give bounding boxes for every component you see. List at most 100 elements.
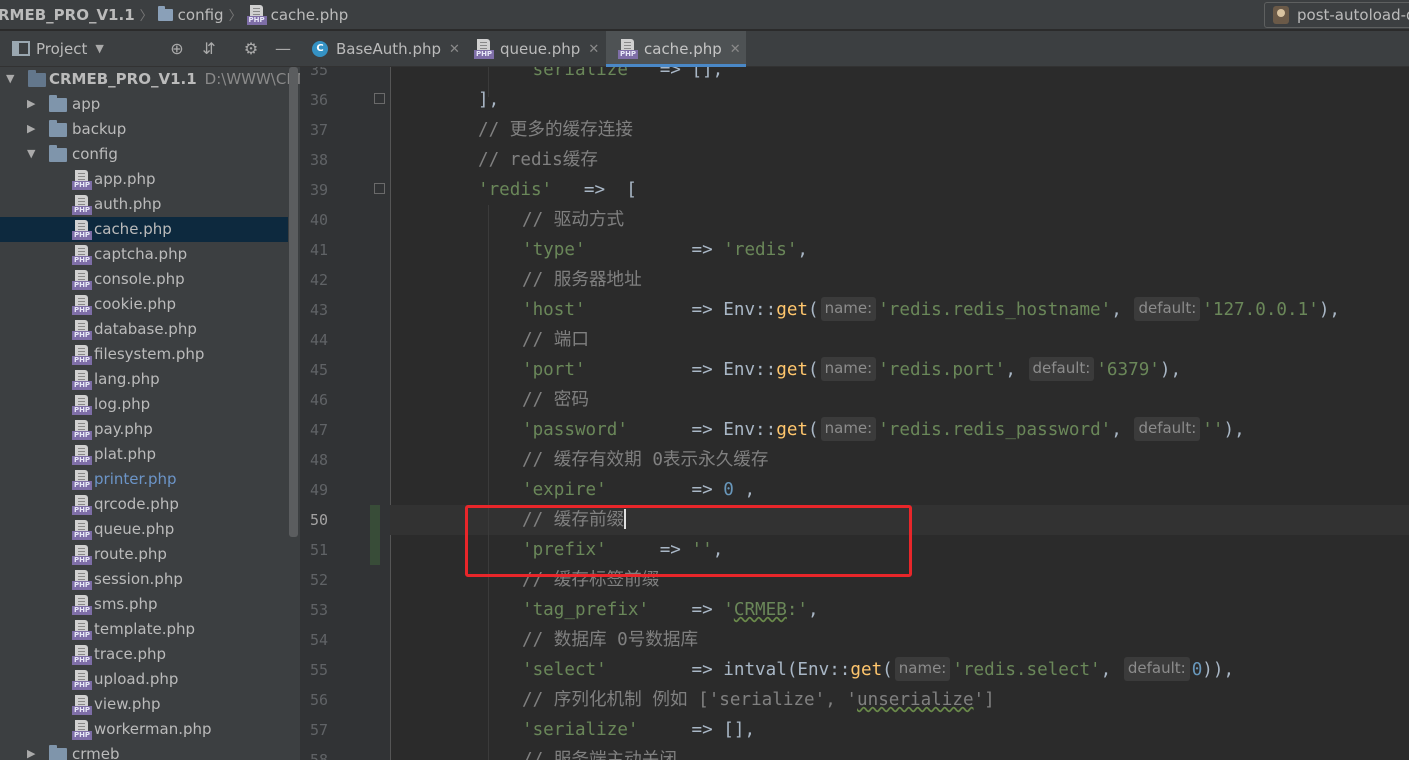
tree-file[interactable]: PHP upload.php — [0, 667, 288, 692]
breadcrumb-file[interactable]: PHP cache.php — [246, 4, 348, 25]
tree-root[interactable]: ▼ CRMEB_PRO_V1.1D:\WWW\CRMI — [0, 67, 300, 92]
breadcrumb-folder-label: config — [177, 5, 224, 24]
tree-file[interactable]: PHP printer.php — [0, 467, 288, 492]
tree-file[interactable]: PHP sms.php — [0, 592, 288, 617]
tree-file[interactable]: PHP queue.php — [0, 517, 288, 542]
tree-file[interactable]: PHP cookie.php — [0, 292, 288, 317]
chevron-right-icon[interactable]: ▶ — [27, 748, 37, 759]
tree-file[interactable]: PHP database.php — [0, 317, 288, 342]
tree-file[interactable]: PHP session.php — [0, 567, 288, 592]
tree-file[interactable]: PHP template.php — [0, 617, 288, 642]
line-number: 50 — [309, 511, 328, 529]
tree-file[interactable]: PHP trace.php — [0, 642, 288, 667]
code-line-48[interactable]: // 缓存有效期 0表示永久缓存 — [522, 445, 769, 475]
tree-file[interactable]: PHP log.php — [0, 392, 288, 417]
code-line-55[interactable]: 'select' => intval(Env::get(name:'redis.… — [522, 655, 1234, 685]
close-icon[interactable]: ✕ — [730, 42, 741, 57]
line-number: 55 — [309, 661, 328, 679]
tree-file-label: qrcode.php — [94, 495, 179, 513]
gear-icon[interactable]: ⚙ — [242, 40, 260, 58]
line-number: 36 — [309, 91, 328, 109]
collapse-all-icon[interactable]: ⇵ — [200, 40, 218, 58]
php-file-icon: PHP — [72, 720, 92, 740]
tree-file[interactable]: PHP view.php — [0, 692, 288, 717]
code-line-56[interactable]: // 序列化机制 例如 ['serialize', 'unserialize'] — [522, 685, 995, 715]
code-line-49[interactable]: 'expire' => 0 , — [522, 475, 755, 505]
tree-folder-crmeb[interactable]: ▶ crmeb — [0, 742, 288, 760]
chevron-right-icon[interactable]: ▶ — [27, 98, 37, 109]
php-file-icon: PHP — [72, 445, 92, 465]
parameter-hint: name: — [820, 417, 877, 441]
breadcrumb-folder[interactable]: config — [157, 5, 224, 24]
php-file-icon: PHP — [72, 320, 92, 340]
chevron-down-icon[interactable]: ▼ — [27, 148, 37, 159]
code-line-41[interactable]: 'type' => 'redis', — [522, 235, 808, 265]
code-line-57[interactable]: 'serialize' => [], — [522, 715, 755, 745]
chevron-down-icon[interactable]: ▼ — [6, 73, 16, 84]
project-icon — [12, 41, 30, 56]
close-icon[interactable]: ✕ — [449, 42, 460, 57]
project-panel-header: Project ▼ ⊕ ⇵ ⚙ — — [0, 31, 300, 67]
project-panel-title[interactable]: Project — [36, 40, 87, 58]
chevron-right-icon[interactable]: ▶ — [27, 123, 37, 134]
code-line-38[interactable]: // redis缓存 — [478, 145, 598, 175]
line-number: 46 — [309, 391, 328, 409]
php-file-icon: PHP — [474, 39, 494, 59]
code-line-43[interactable]: 'host' => Env::get(name:'redis.redis_hos… — [522, 295, 1340, 325]
tree-file[interactable]: PHP plat.php — [0, 442, 288, 467]
code-line-42[interactable]: // 服务器地址 — [522, 265, 642, 295]
tree-file[interactable]: PHP lang.php — [0, 367, 288, 392]
indent-guide — [488, 205, 489, 760]
tab-label: cache.php — [644, 40, 722, 58]
parameter-hint: default: — [1123, 657, 1190, 681]
code-line-35[interactable]: 'serialize' => [], — [522, 67, 723, 85]
tree-folder-backup[interactable]: ▶ backup — [0, 117, 288, 142]
chevron-down-icon[interactable]: ▼ — [95, 42, 103, 55]
code-line-47[interactable]: 'password' => Env::get(name:'redis.redis… — [522, 415, 1245, 445]
tree-file[interactable]: PHP auth.php — [0, 192, 288, 217]
locate-icon[interactable]: ⊕ — [168, 40, 186, 58]
tree-folder-app[interactable]: ▶ app — [0, 92, 288, 117]
line-number: 40 — [309, 211, 328, 229]
code-editor[interactable]: 35 36 37 38 39 40 41 42 43 44 45 46 47 48 49 50 51 52 53 54… — [300, 67, 1409, 760]
tree-file[interactable]: PHP qrcode.php — [0, 492, 288, 517]
code-line-46[interactable]: // 密码 — [522, 385, 589, 415]
code-line-39[interactable]: 'redis' => [ — [478, 175, 637, 205]
tree-file[interactable]: PHP app.php — [0, 167, 288, 192]
code-line-45[interactable]: 'port' => Env::get(name:'redis.port', de… — [522, 355, 1181, 385]
tree-file[interactable]: PHP filesystem.php — [0, 342, 288, 367]
tree-file-label: captcha.php — [94, 245, 188, 263]
code-line-37[interactable]: // 更多的缓存连接 — [478, 115, 633, 145]
hide-icon[interactable]: — — [274, 40, 292, 58]
tree-file[interactable]: PHP captcha.php — [0, 242, 288, 267]
php-file-icon: PHP — [72, 370, 92, 390]
tree-file[interactable]: PHP route.php — [0, 542, 288, 567]
close-icon[interactable]: ✕ — [588, 42, 599, 57]
tab-queue[interactable]: PHP queue.php ✕ — [462, 31, 604, 67]
code-line-44[interactable]: // 端口 — [522, 325, 589, 355]
breadcrumb-project[interactable]: RMEB_PRO_V1.1 — [0, 6, 135, 24]
code-line-36[interactable]: ], — [478, 85, 499, 115]
run-configuration-select[interactable]: post-autoload-d — [1264, 2, 1409, 28]
tree-file[interactable]: PHP console.php — [0, 267, 288, 292]
tree-file[interactable]: PHP workerman.php — [0, 717, 288, 742]
tree-file[interactable]: PHP pay.php — [0, 417, 288, 442]
tab-label: queue.php — [500, 40, 581, 58]
tree-folder-config[interactable]: ▼ config — [0, 142, 288, 167]
tab-cache[interactable]: PHP cache.php ✕ — [606, 31, 746, 67]
folder-icon — [49, 745, 67, 760]
php-file-icon: PHP — [72, 645, 92, 665]
line-number: 42 — [309, 271, 328, 289]
tree-file[interactable]: PHP cache.php — [0, 217, 288, 242]
tree-scrollbar[interactable] — [289, 67, 298, 537]
project-tree: ▼ CRMEB_PRO_V1.1D:\WWW\CRMI ▶ app ▶ back… — [0, 67, 300, 760]
php-file-icon: PHP — [72, 670, 92, 690]
code-line-40[interactable]: // 驱动方式 — [522, 205, 624, 235]
fold-icon[interactable] — [374, 93, 385, 104]
code-line-54[interactable]: // 数据库 0号数据库 — [522, 625, 698, 655]
tab-baseauth[interactable]: C BaseAuth.php ✕ — [300, 31, 460, 67]
line-number: 38 — [309, 151, 328, 169]
code-line-58[interactable]: // 服务端主动关闭 — [522, 745, 677, 760]
fold-icon[interactable] — [374, 183, 385, 194]
code-line-53[interactable]: 'tag_prefix' => 'CRMEB:', — [522, 595, 819, 625]
